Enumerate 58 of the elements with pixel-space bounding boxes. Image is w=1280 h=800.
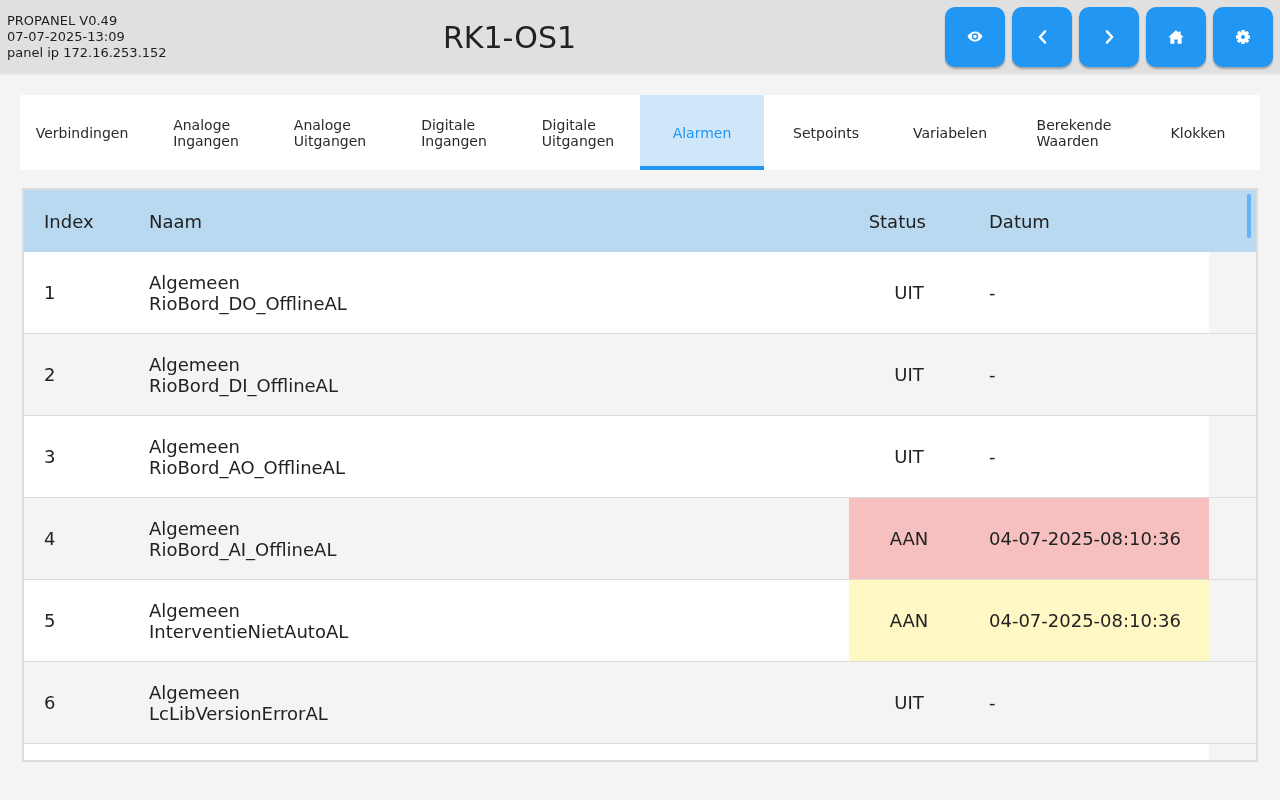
view-button[interactable]	[945, 6, 1005, 67]
column-header: Index	[44, 210, 94, 232]
column-header: Status	[868, 210, 926, 232]
panel-ip: panel ip 172.16.253.152	[7, 45, 167, 61]
chevron-left-icon	[1037, 29, 1047, 44]
group-label: Algemeen	[149, 435, 240, 457]
tab[interactable]: Klokken	[1136, 95, 1260, 170]
index-text: 3	[44, 446, 56, 467]
date-text: 04-07-2025-08:10:36	[989, 610, 1181, 631]
alarm-name: RioBord_AI_OfflineAL	[149, 538, 337, 560]
tab[interactable]: Analoge Uitgangen	[268, 95, 392, 170]
index-text: 5	[44, 610, 56, 631]
tab[interactable]: Digitale Ingangen	[392, 95, 516, 170]
date-text: -	[989, 282, 996, 303]
settings-icon	[1236, 29, 1250, 44]
home-button[interactable]	[1146, 6, 1206, 67]
tab[interactable]: Variabelen	[888, 95, 1012, 170]
index-text: 1	[44, 282, 56, 303]
tab[interactable]: Digitale Uitgangen	[516, 95, 640, 170]
page-title: RK1-OS1	[443, 19, 576, 55]
status-text: UIT	[894, 446, 924, 467]
tab[interactable]: Setpoints	[764, 95, 888, 170]
back-button[interactable]	[1012, 6, 1072, 67]
date-text: -	[989, 446, 996, 467]
group-label: Algemeen	[149, 681, 240, 703]
date-text: -	[989, 364, 996, 385]
date-time: 07-07-2025-13:09	[7, 29, 125, 45]
status-text: AAN	[889, 610, 929, 631]
app-version: PROPANEL V0.49	[7, 13, 118, 29]
status-text: AAN	[889, 528, 929, 549]
alarm-name: LcLibVersionErrorAL	[149, 702, 328, 724]
eye-icon	[967, 31, 983, 42]
status-text: UIT	[894, 692, 924, 713]
forward-button[interactable]	[1079, 6, 1139, 67]
tab[interactable]: Analoge Ingangen	[144, 95, 268, 170]
tab[interactable]: Verbindingen	[20, 95, 144, 170]
group-label: Algemeen	[149, 599, 240, 621]
group-label: Algemeen	[149, 517, 240, 539]
column-header: Datum	[989, 210, 1050, 232]
alarm-name: RioBord_DO_OfflineAL	[149, 292, 347, 314]
index-text: 2	[44, 364, 56, 385]
date-text: -	[989, 692, 996, 713]
group-label: Algemeen	[149, 271, 240, 293]
alarm-name: RioBord_DI_OfflineAL	[149, 374, 338, 396]
status-text: UIT	[894, 282, 924, 303]
status-text: UIT	[894, 364, 924, 385]
settings-button[interactable]	[1213, 6, 1273, 67]
scrollbar-thumb[interactable]	[1247, 194, 1251, 238]
date-text: 04-07-2025-08:10:36	[989, 528, 1181, 549]
chevron-right-icon	[1104, 29, 1114, 44]
column-header: Naam	[149, 210, 203, 232]
index-text: 6	[44, 692, 56, 713]
alarm-name: InterventieNietAutoAL	[149, 620, 349, 642]
group-label: Algemeen	[149, 353, 240, 375]
index-text: 4	[44, 528, 56, 549]
home-icon	[1168, 29, 1184, 44]
tab[interactable]: Berekende Waarden	[1012, 95, 1136, 170]
alarm-name: RioBord_AO_OfflineAL	[149, 456, 345, 478]
